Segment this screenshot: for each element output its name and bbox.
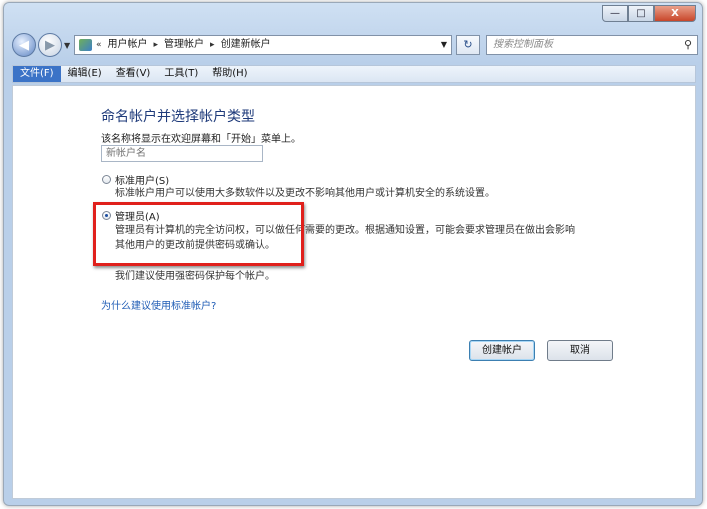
caption-buttons: — □ X <box>602 5 696 22</box>
standard-user-label[interactable]: 标准用户(S) <box>115 172 169 187</box>
create-account-button[interactable]: 创建帐户 <box>469 340 535 361</box>
breadcrumb-manage-accounts[interactable]: 管理帐户 <box>164 36 204 54</box>
back-arrow-icon[interactable]: ◀ <box>12 33 36 57</box>
account-name-input[interactable] <box>101 145 263 162</box>
chevron-right-icon: ▸ <box>153 40 159 50</box>
page-title: 命名帐户并选择帐户类型 <box>101 109 255 125</box>
menu-bar: 文件(F) 编辑(E) 查看(V) 工具(T) 帮助(H) <box>12 65 696 83</box>
search-input[interactable]: 搜索控制面板 ⚲ <box>486 35 698 55</box>
forward-arrow-icon[interactable]: ▶ <box>38 33 62 57</box>
address-bar[interactable]: « 用户帐户 ▸ 管理帐户 ▸ 创建新帐户 ▼ <box>74 35 452 55</box>
breadcrumb-overflow[interactable]: « <box>96 36 102 54</box>
name-hint: 该名称将显示在欢迎屏幕和「开始」菜单上。 <box>101 134 301 145</box>
menu-file[interactable]: 文件(F) <box>13 66 61 82</box>
content-pane: 命名帐户并选择帐户类型 该名称将显示在欢迎屏幕和「开始」菜单上。 标准用户(S)… <box>12 85 696 499</box>
explorer-window: — □ X ◀ ▶ ▼ « 用户帐户 ▸ 管理帐户 ▸ 创建新帐户 ▼ ↻ 搜索… <box>3 2 703 506</box>
search-icon[interactable]: ⚲ <box>684 36 692 54</box>
search-placeholder: 搜索控制面板 <box>493 39 553 50</box>
maximize-button[interactable]: □ <box>628 5 654 22</box>
menu-help[interactable]: 帮助(H) <box>205 66 254 82</box>
breadcrumb-user-accounts[interactable]: 用户帐户 <box>108 36 148 54</box>
minimize-button[interactable]: — <box>602 5 628 22</box>
password-recommendation: 我们建议使用强密码保护每个帐户。 <box>115 271 275 282</box>
breadcrumb-create-account[interactable]: 创建新帐户 <box>221 36 271 54</box>
refresh-icon[interactable]: ↻ <box>456 35 480 55</box>
cancel-button[interactable]: 取消 <box>547 340 613 361</box>
history-dropdown-icon[interactable]: ▼ <box>64 41 70 50</box>
chevron-right-icon: ▸ <box>210 40 215 50</box>
standard-user-radio[interactable] <box>102 175 111 184</box>
navigation-bar: ◀ ▶ ▼ « 用户帐户 ▸ 管理帐户 ▸ 创建新帐户 ▼ ↻ 搜索控制面板 ⚲ <box>4 27 702 63</box>
highlight-box <box>93 202 304 266</box>
why-standard-account-link[interactable]: 为什么建议使用标准帐户? <box>101 297 216 312</box>
chevron-down-icon[interactable]: ▼ <box>441 36 447 54</box>
menu-view[interactable]: 查看(V) <box>109 66 158 82</box>
menu-tools[interactable]: 工具(T) <box>157 66 205 82</box>
standard-user-description: 标准帐户用户可以使用大多数软件以及更改不影响其他用户或计算机安全的系统设置。 <box>115 188 495 199</box>
close-button[interactable]: X <box>654 5 696 22</box>
menu-edit[interactable]: 编辑(E) <box>61 66 109 82</box>
control-panel-icon <box>79 39 92 51</box>
